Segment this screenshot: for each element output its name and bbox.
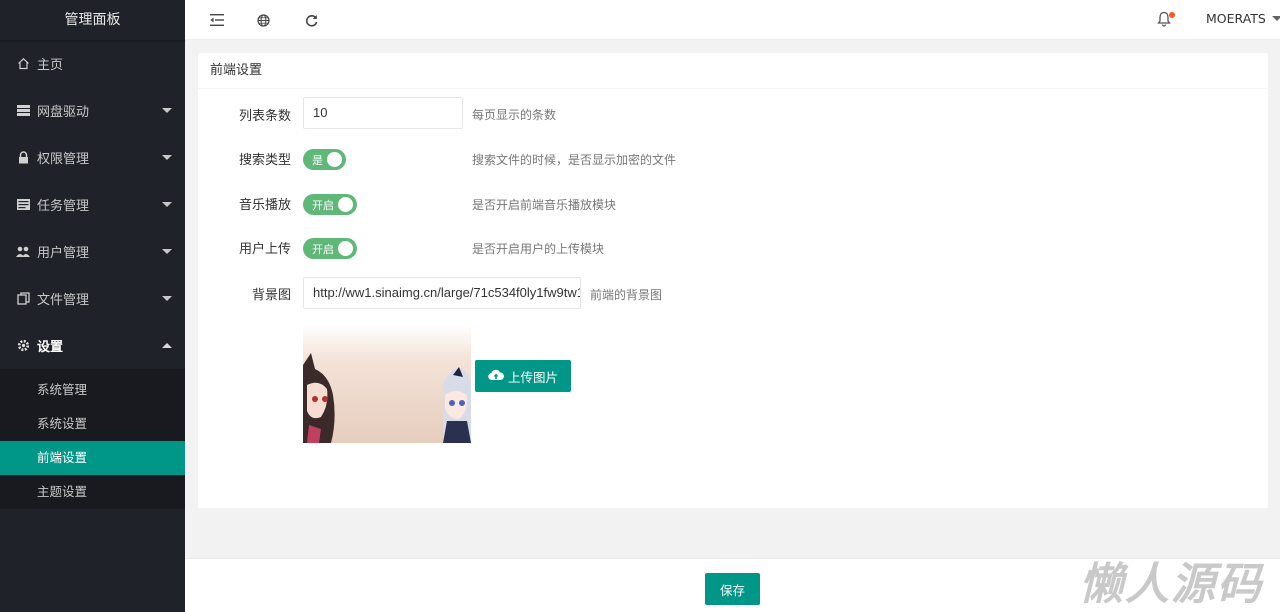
card-title: 前端设置 xyxy=(198,53,1268,89)
sidebar-item-label: 网盘驱动 xyxy=(37,105,90,120)
upload-label: 用户上传 xyxy=(238,242,291,257)
form-row-background: 背景图 xyxy=(198,277,291,309)
sidebar-item-files[interactable]: 文件管理 xyxy=(0,275,185,322)
switch-knob xyxy=(327,152,342,167)
chevron-down-icon xyxy=(162,202,172,207)
form-row-search-type: 搜索类型 xyxy=(198,148,291,169)
submenu-system-management[interactable]: 系统管理 xyxy=(0,373,185,407)
sidebar-item-label: 用户管理 xyxy=(37,246,90,261)
chevron-down-icon xyxy=(162,108,172,113)
watermark-text: 懒人源码 xyxy=(1079,559,1263,610)
search-type-hint: 搜索文件的时候，是否显示加密的文件 xyxy=(472,153,677,167)
gear-icon xyxy=(16,339,30,353)
sidebar-item-drive[interactable]: 网盘驱动 xyxy=(0,87,185,134)
search-type-switch[interactable]: 是 xyxy=(303,149,346,170)
switch-text: 是 xyxy=(312,153,323,167)
sidebar-item-users[interactable]: 用户管理 xyxy=(0,228,185,275)
switch-text: 开启 xyxy=(312,242,334,256)
background-preview-image xyxy=(303,325,471,443)
sidebar-item-label: 任务管理 xyxy=(37,199,90,214)
sidebar-item-label: 权限管理 xyxy=(37,152,90,167)
sidebar-item-settings[interactable]: 设置 xyxy=(0,322,185,369)
upload-image-label: 上传图片 xyxy=(507,369,558,385)
list-icon xyxy=(16,104,30,118)
chevron-down-icon xyxy=(162,296,172,301)
refresh-icon[interactable] xyxy=(302,11,320,29)
username: MOERATS xyxy=(1206,11,1266,26)
page-size-label: 列表条数 xyxy=(238,108,291,124)
form-row-upload: 用户上传 xyxy=(198,237,291,258)
page-size-input[interactable]: 10 xyxy=(303,97,463,129)
settings-card: 前端设置 列表条数 10 每页显示的条数 搜索类型 是 搜索文件的时候，是否显示… xyxy=(198,53,1268,508)
home-icon xyxy=(16,57,30,71)
switch-text: 开启 xyxy=(312,198,334,212)
chevron-up-icon xyxy=(162,343,172,348)
submenu-system-settings[interactable]: 系统设置 xyxy=(0,407,185,441)
music-label: 音乐播放 xyxy=(238,198,291,213)
sidebar-item-home[interactable]: 主页 xyxy=(0,40,185,87)
sidebar-item-permissions[interactable]: 权限管理 xyxy=(0,134,185,181)
submenu-theme-settings[interactable]: 主题设置 xyxy=(0,475,185,509)
chevron-down-icon xyxy=(1271,16,1280,21)
sidebar: 管理面板 主页 网盘驱动 权限管理 任务管理 用户管理 文件管理 设置 系统管理… xyxy=(0,0,185,612)
sidebar-item-tasks[interactable]: 任务管理 xyxy=(0,181,185,228)
background-label: 背景图 xyxy=(251,287,291,303)
save-button[interactable]: 保存 xyxy=(705,573,760,605)
upload-image-button[interactable]: 上传图片 xyxy=(475,360,571,392)
user-menu[interactable]: MOERATS xyxy=(1206,11,1280,26)
submenu-frontend-settings[interactable]: 前端设置 xyxy=(0,441,185,475)
sidebar-item-label: 设置 xyxy=(37,340,64,355)
music-switch[interactable]: 开启 xyxy=(303,194,357,215)
bell-icon[interactable] xyxy=(1157,11,1175,29)
chevron-down-icon xyxy=(162,249,172,254)
sidebar-title: 管理面板 xyxy=(0,0,185,40)
globe-icon[interactable] xyxy=(254,11,272,29)
lock-icon xyxy=(16,151,30,165)
notification-badge xyxy=(1169,12,1175,18)
background-hint: 前端的背景图 xyxy=(590,288,663,302)
files-icon xyxy=(16,292,30,306)
sidebar-menu: 主页 网盘驱动 权限管理 任务管理 用户管理 文件管理 设置 xyxy=(0,40,185,369)
switch-knob xyxy=(338,197,353,212)
users-icon xyxy=(16,245,30,259)
sidebar-item-label: 文件管理 xyxy=(37,293,90,308)
background-url-input[interactable]: http://ww1.sinaimg.cn/large/71c534f0ly1f… xyxy=(303,277,581,309)
page-size-hint: 每页显示的条数 xyxy=(472,108,557,122)
chevron-down-icon xyxy=(162,155,172,160)
cloud-upload-icon xyxy=(488,369,504,384)
music-hint: 是否开启前端音乐播放模块 xyxy=(472,198,617,212)
search-type-label: 搜索类型 xyxy=(238,153,291,168)
menu-fold-icon[interactable] xyxy=(208,11,226,29)
upload-switch[interactable]: 开启 xyxy=(303,238,357,259)
switch-knob xyxy=(338,241,353,256)
tasks-icon xyxy=(16,198,30,212)
form-row-music: 音乐播放 xyxy=(198,193,291,214)
settings-submenu: 系统管理 系统设置 前端设置 主题设置 xyxy=(0,369,185,509)
sidebar-item-label: 主页 xyxy=(37,58,64,73)
upload-hint: 是否开启用户的上传模块 xyxy=(472,242,605,256)
form-row-page-size: 列表条数 xyxy=(198,98,291,130)
top-header: MOERATS xyxy=(185,0,1280,40)
